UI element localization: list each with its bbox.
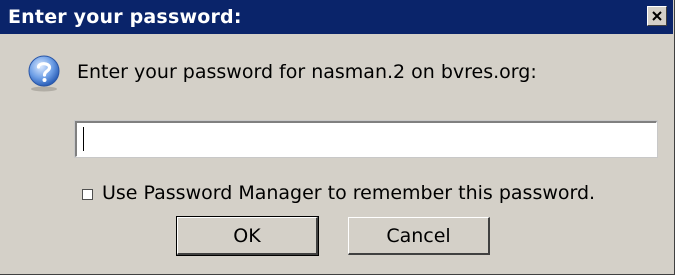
- close-button[interactable]: [647, 6, 667, 26]
- ok-button[interactable]: OK: [176, 216, 319, 256]
- question-icon: [28, 55, 60, 92]
- remember-password-label[interactable]: Use Password Manager to remember this pa…: [102, 181, 595, 205]
- close-icon: [652, 11, 662, 21]
- prompt-message: Enter your password for nasman.2 on bvre…: [77, 61, 537, 83]
- title-bar: Enter your password:: [0, 0, 673, 34]
- password-dialog: Enter your password: Enter your password…: [0, 0, 675, 275]
- text-caret: [83, 127, 84, 151]
- cancel-button[interactable]: Cancel: [348, 217, 490, 255]
- remember-password-checkbox[interactable]: [82, 189, 93, 200]
- dialog-title: Enter your password:: [8, 6, 242, 28]
- password-input[interactable]: [74, 120, 658, 158]
